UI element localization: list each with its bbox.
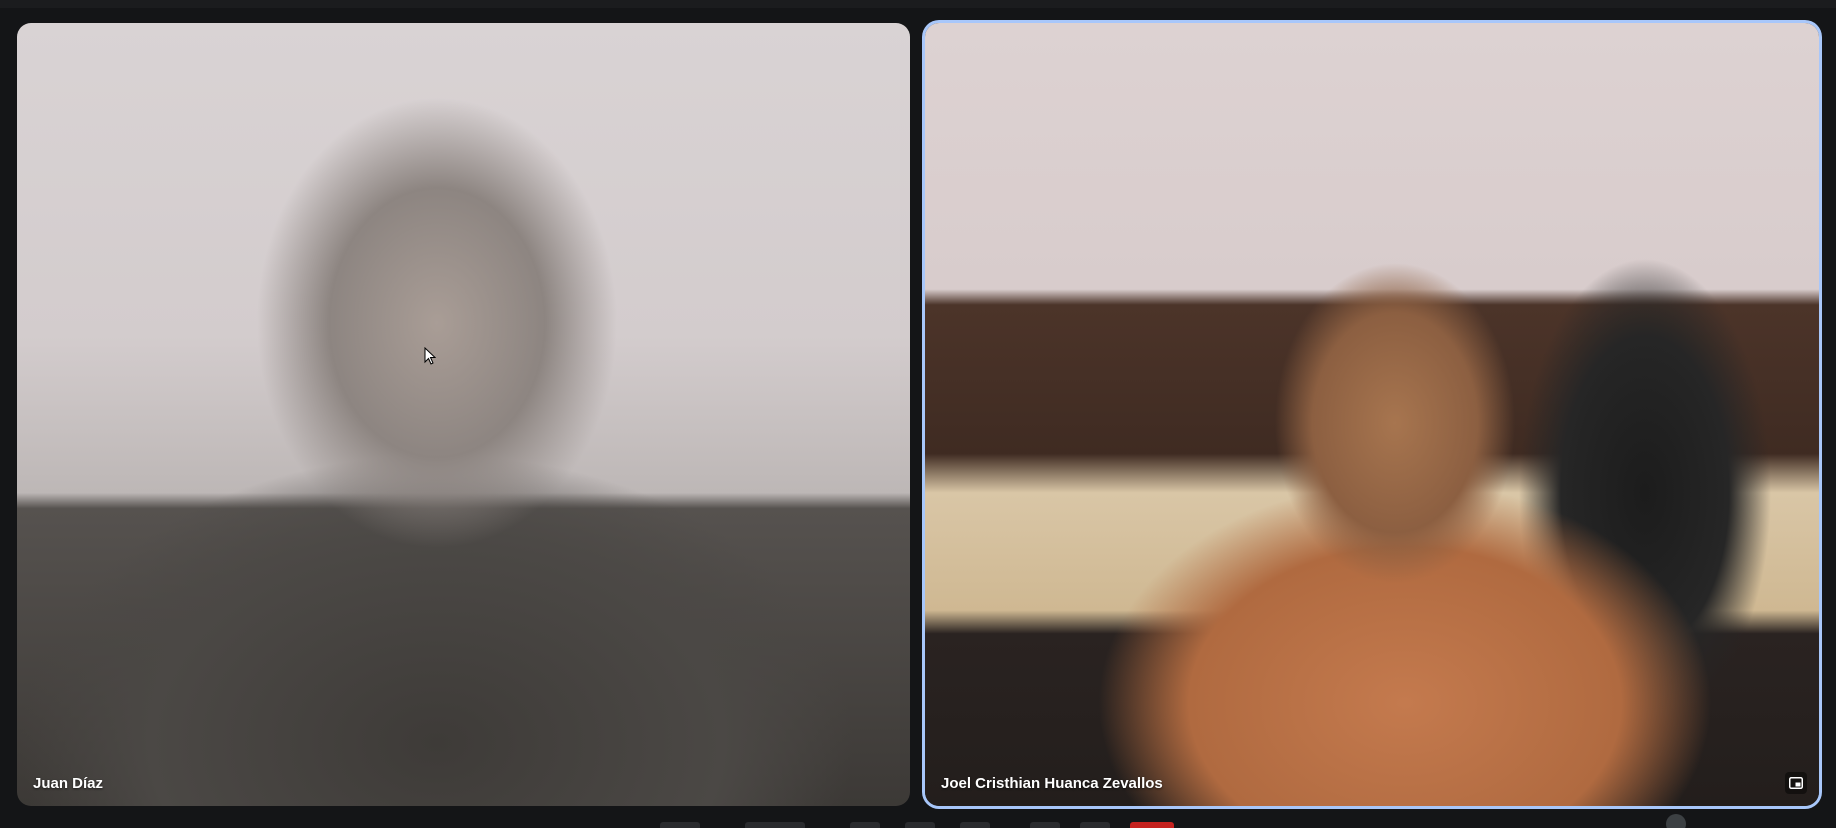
top-strip <box>0 0 1836 8</box>
participant-count-badge-peek <box>1666 814 1686 828</box>
participant-video <box>925 23 1819 806</box>
participant-name-label: Juan Díaz <box>33 775 104 792</box>
control-button-peek[interactable] <box>745 822 805 828</box>
participant-video <box>17 23 910 806</box>
leave-call-button-peek[interactable] <box>1130 822 1174 828</box>
control-button-peek[interactable] <box>850 822 880 828</box>
participant-tile-joel-cristhian-huanca-zevallos[interactable]: Joel Cristhian Huanca Zevallos <box>925 23 1819 806</box>
control-button-peek[interactable] <box>960 822 990 828</box>
control-button-peek[interactable] <box>1030 822 1060 828</box>
control-button-peek[interactable] <box>905 822 935 828</box>
picture-in-picture-button[interactable] <box>1785 772 1807 794</box>
control-button-peek[interactable] <box>660 822 700 828</box>
picture-in-picture-icon <box>1789 777 1803 789</box>
control-button-peek[interactable] <box>1080 822 1110 828</box>
meeting-stage: Juan Díaz Joel Cristhian Huanca Zevallos <box>0 0 1836 828</box>
participant-name-label: Joel Cristhian Huanca Zevallos <box>941 775 1163 792</box>
mouse-pointer-icon <box>424 347 436 365</box>
participant-tile-juan-diaz[interactable]: Juan Díaz <box>17 23 910 806</box>
